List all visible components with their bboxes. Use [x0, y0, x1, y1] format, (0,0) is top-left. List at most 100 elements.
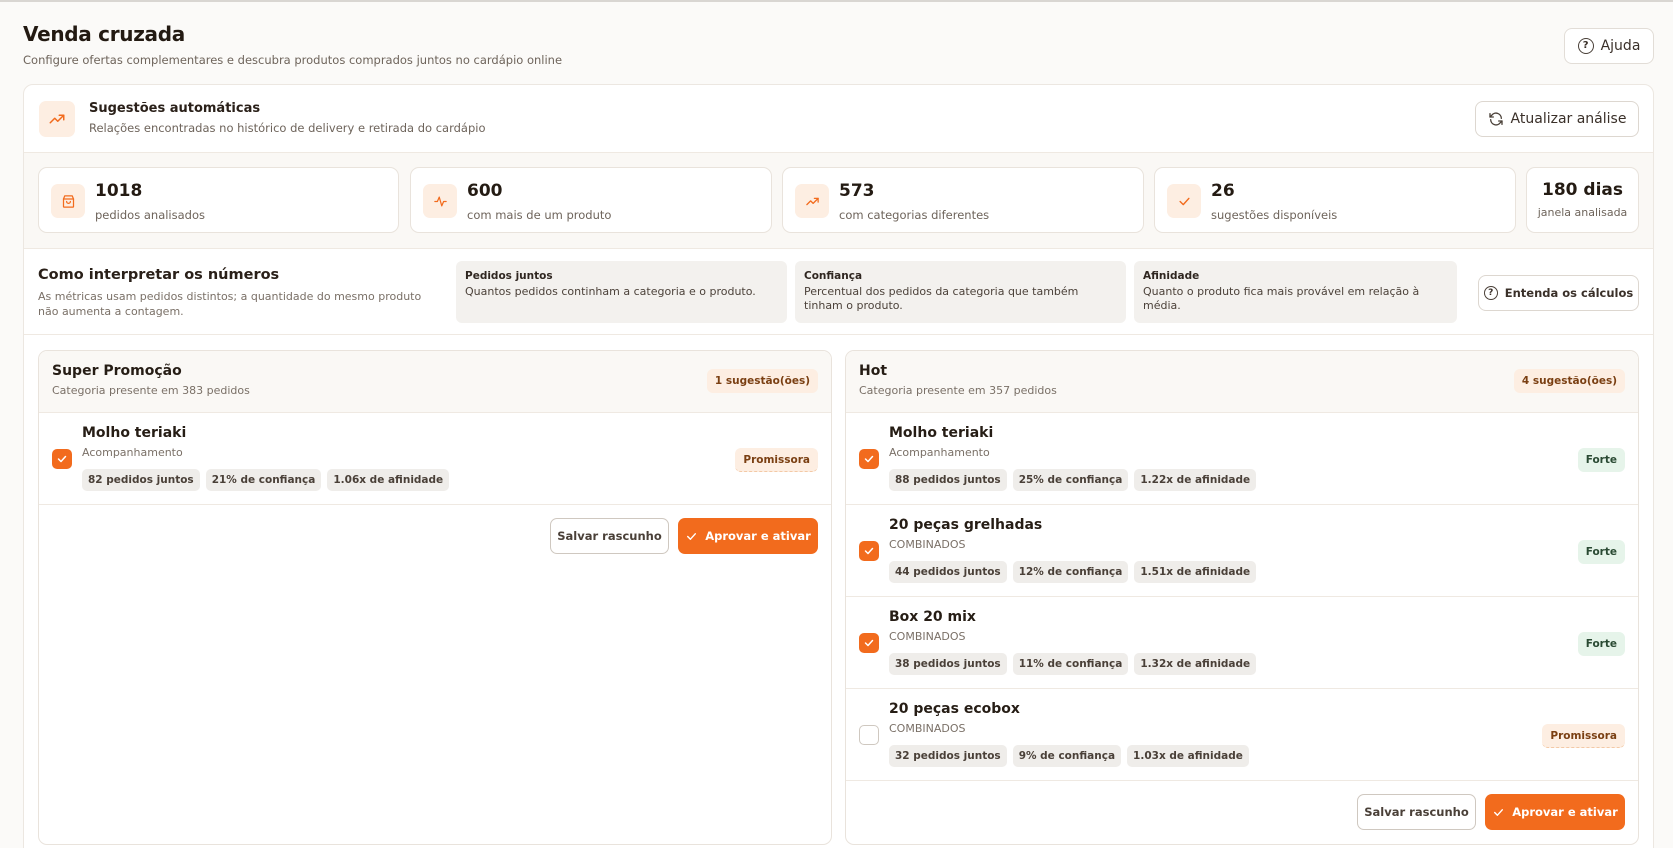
suggestion-row: Molho teriaki Acompanhamento 88 pedidos …	[846, 413, 1638, 505]
metric-name: Confiança	[804, 270, 863, 282]
metric-confidence: Confiança Percentual dos pedidos da cate…	[795, 261, 1126, 323]
stats-row: 1018 pedidos analisados 600 com mais de …	[24, 153, 1653, 249]
approve-activate-label: Aprovar e ativar	[1512, 805, 1618, 819]
suggestion-checkbox[interactable]	[859, 449, 879, 469]
stat-different-categories: 573 com categorias diferentes	[782, 167, 1144, 233]
stat-value: 573	[839, 181, 875, 201]
save-draft-button[interactable]: Salvar rascunho	[550, 518, 669, 554]
suggestion-checkbox[interactable]	[859, 725, 879, 745]
check-icon	[1167, 184, 1201, 218]
stat-value: 1018	[95, 181, 143, 201]
product-category: Acompanhamento	[82, 446, 183, 459]
strength-badge: Forte	[1577, 540, 1625, 564]
page: Venda cruzada Configure ofertas compleme…	[23, 2, 1654, 848]
activity-icon	[423, 184, 457, 218]
product-name: 20 peças grelhadas	[889, 517, 1043, 533]
help-button[interactable]: ? Ajuda	[1564, 28, 1654, 64]
stat-multi-product: 600 com mais de um produto	[410, 167, 772, 233]
chip-confidence: 21% de confiança	[205, 469, 322, 491]
metric-description: Quanto o produto fica mais provável em r…	[1143, 285, 1420, 312]
suggestion-count-badge: 4 sugestão(ões)	[1513, 369, 1625, 393]
suggestion-count-badge: 1 sugestão(ões)	[706, 369, 818, 393]
suggestion-row: Molho teriaki Acompanhamento 82 pedidos …	[39, 413, 831, 505]
category-column-hot: Hot Categoria presente em 357 pedidos 4 …	[845, 350, 1639, 845]
suggestion-row: Box 20 mix COMBINADOS 38 pedidos juntos …	[846, 597, 1638, 689]
product-category: Acompanhamento	[889, 446, 990, 459]
metric-name: Afinidade	[1143, 270, 1200, 282]
category-header: Hot Categoria presente em 357 pedidos 4 …	[846, 351, 1638, 413]
stat-label: janela analisada	[1537, 206, 1628, 219]
stat-value: 600	[467, 181, 503, 201]
metric-description: Percentual dos pedidos da categoria que …	[804, 285, 1079, 312]
suggestions-card: Sugestões automáticas Relações encontrad…	[23, 84, 1654, 848]
metric-description: Quantos pedidos continham a categoria e …	[465, 285, 756, 298]
help-circle-icon: ?	[1577, 38, 1594, 54]
chip-confidence: 25% de confiança	[1012, 469, 1129, 491]
product-category: COMBINADOS	[889, 630, 966, 643]
product-category: COMBINADOS	[889, 538, 966, 551]
metric-name: Pedidos juntos	[465, 270, 553, 282]
interpretation-description: As métricas usam pedidos distintos; a qu…	[38, 290, 422, 318]
approve-activate-button[interactable]: Aprovar e ativar	[1485, 794, 1625, 830]
stat-suggestions-available: 26 sugestões disponíveis	[1154, 167, 1516, 233]
check-icon	[687, 532, 697, 540]
suggestions-subtitle: Relações encontradas no histórico de del…	[89, 121, 486, 135]
check-icon	[1494, 808, 1504, 816]
product-name: Molho teriaki	[82, 425, 187, 441]
page-subtitle: Configure ofertas complementares e descu…	[23, 53, 563, 67]
save-draft-button[interactable]: Salvar rascunho	[1357, 794, 1476, 830]
chip-affinity: 1.22x de afinidade	[1134, 469, 1257, 491]
refresh-analysis-label: Atualizar análise	[1510, 111, 1627, 127]
check-icon	[864, 455, 874, 463]
understand-calculations-label: Entenda os cálculos	[1504, 286, 1634, 300]
interpretation-title: Como interpretar os números	[38, 267, 280, 283]
strength-badge: Forte	[1577, 448, 1625, 472]
category-subtitle: Categoria presente em 357 pedidos	[859, 384, 1057, 397]
stat-value: 180 dias	[1542, 180, 1623, 200]
metric-affinity: Afinidade Quanto o produto fica mais pro…	[1134, 261, 1457, 323]
chip-orders-together: 88 pedidos juntos	[889, 469, 1007, 491]
chip-affinity: 1.06x de afinidade	[327, 469, 450, 491]
metric-chips: 44 pedidos juntos 12% de confiança 1.51x…	[889, 561, 1257, 583]
stat-analysis-window: 180 dias janela analisada	[1526, 167, 1639, 233]
refresh-analysis-button[interactable]: Atualizar análise	[1475, 101, 1639, 137]
shopping-bag-icon	[51, 184, 85, 218]
category-header: Super Promoção Categoria presente em 383…	[39, 351, 831, 413]
stat-value: 26	[1211, 181, 1235, 201]
suggestion-checkbox[interactable]	[859, 541, 879, 561]
chip-confidence: 9% de confiança	[1012, 745, 1122, 767]
understand-calculations-button[interactable]: ? Entenda os cálculos	[1478, 275, 1639, 311]
product-category: COMBINADOS	[889, 722, 966, 735]
column-actions: Salvar rascunho Aprovar e ativar	[39, 505, 831, 567]
chip-orders-together: 38 pedidos juntos	[889, 653, 1007, 675]
column-actions: Salvar rascunho Aprovar e ativar	[846, 781, 1638, 843]
strength-badge: Promissora	[1542, 724, 1625, 748]
suggestions-title: Sugestões automáticas	[89, 101, 261, 116]
chip-affinity: 1.32x de afinidade	[1134, 653, 1257, 675]
page-header: Venda cruzada Configure ofertas compleme…	[23, 2, 1654, 84]
trending-up-icon	[795, 184, 829, 218]
suggestions-header: Sugestões automáticas Relações encontrad…	[24, 85, 1653, 153]
strength-badge: Promissora	[735, 448, 818, 472]
suggestion-checkbox[interactable]	[52, 449, 72, 469]
chip-confidence: 12% de confiança	[1012, 561, 1129, 583]
stat-label: sugestões disponíveis	[1211, 208, 1338, 222]
strength-badge: Forte	[1577, 632, 1625, 656]
suggestion-checkbox[interactable]	[859, 633, 879, 653]
chip-confidence: 11% de confiança	[1012, 653, 1129, 675]
help-circle-icon: ?	[1483, 286, 1498, 300]
metric-orders-together: Pedidos juntos Quantos pedidos continham…	[456, 261, 787, 323]
suggestion-row: 20 peças ecobox COMBINADOS 32 pedidos ju…	[846, 689, 1638, 781]
refresh-icon	[1488, 112, 1503, 126]
approve-activate-button[interactable]: Aprovar e ativar	[678, 518, 818, 554]
chip-affinity: 1.03x de afinidade	[1127, 745, 1249, 767]
metric-chips: 38 pedidos juntos 11% de confiança 1.32x…	[889, 653, 1257, 675]
category-subtitle: Categoria presente em 383 pedidos	[52, 384, 250, 397]
chip-affinity: 1.51x de afinidade	[1134, 561, 1257, 583]
page-title: Venda cruzada	[23, 22, 185, 46]
product-name: 20 peças ecobox	[889, 701, 1020, 717]
metric-chips: 32 pedidos juntos 9% de confiança 1.03x …	[889, 745, 1249, 767]
approve-activate-label: Aprovar e ativar	[705, 529, 811, 543]
chip-orders-together: 32 pedidos juntos	[889, 745, 1007, 767]
chip-orders-together: 82 pedidos juntos	[82, 469, 200, 491]
